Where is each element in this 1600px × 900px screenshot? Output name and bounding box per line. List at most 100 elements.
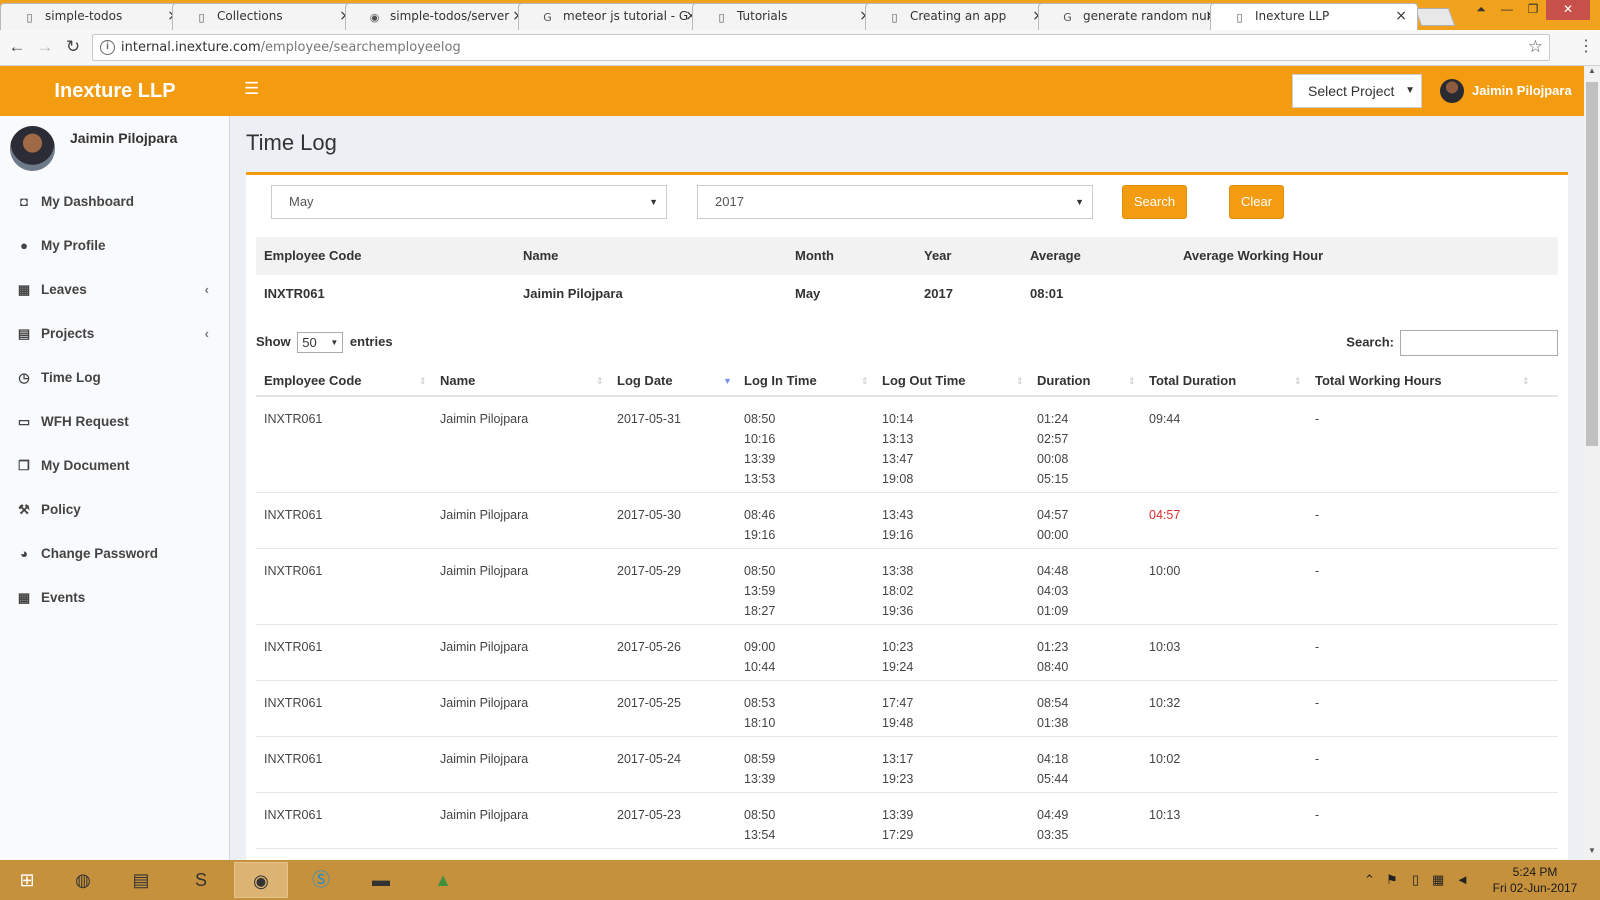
browser-tab[interactable]: ▯ Inexture LLP × — [1210, 3, 1418, 30]
restore-button[interactable]: ❐ — [1520, 0, 1546, 20]
table-search-label: Search: — [1346, 334, 1394, 350]
sidebar-item[interactable]: ❐ My Document — [0, 444, 229, 488]
sidebar-item[interactable]: ▦ Leaves ‹ — [0, 268, 229, 312]
clear-button[interactable]: Clear — [1229, 185, 1284, 219]
table-search: Search: — [1346, 330, 1558, 356]
column-header[interactable]: Log In Time — [744, 365, 817, 397]
close-icon[interactable]: × — [1395, 4, 1407, 29]
info-icon[interactable]: i — [100, 40, 115, 55]
back-arrow-icon[interactable]: ← — [6, 36, 28, 58]
project-select[interactable]: Select Project ▼ — [1292, 74, 1422, 108]
browser-tab[interactable]: ▯Collections× — [172, 3, 362, 30]
tray-expand-icon[interactable]: ⌃ — [1364, 860, 1375, 900]
sidebar-item[interactable]: ◷ Time Log — [0, 356, 229, 400]
volume-icon[interactable]: ◄ — [1456, 860, 1469, 900]
table-cell-duration: 01:24 02:57 00:08 05:15 — [1037, 412, 1069, 486]
table-cell-date: 2017-05-25 — [617, 696, 681, 710]
sidebar-item[interactable]: ▦ Events — [0, 576, 229, 620]
table-cell-in: 08:53 18:10 — [744, 696, 776, 730]
column-header[interactable]: Log Date — [617, 365, 673, 397]
taskbar-clock[interactable]: 5:24 PM Fri 02-Jun-2017 — [1480, 864, 1590, 896]
sort-icon[interactable]: ⇕ — [1128, 365, 1136, 397]
sidebar-item[interactable]: ◘ My Dashboard — [0, 180, 229, 224]
minimize-button[interactable]: — — [1494, 0, 1520, 20]
sidebar-item[interactable]: ▤ Projects ‹ — [0, 312, 229, 356]
browser-tab[interactable]: ▯Tutorials× — [692, 3, 882, 30]
column-header[interactable]: Name — [440, 365, 475, 397]
table-cell-name: Jaimin Pilojpara — [440, 640, 529, 654]
skype-icon[interactable]: Ⓢ — [294, 862, 348, 898]
chrome-menu-icon[interactable]: ⋮ — [1578, 36, 1594, 56]
tab-title: generate random nur — [1083, 9, 1212, 23]
scroll-up-arrow-icon[interactable]: ▲ — [1584, 66, 1600, 80]
new-tab-button[interactable] — [1414, 8, 1456, 26]
sidebar-item[interactable]: ⚒ Policy — [0, 488, 229, 532]
bookmark-star-icon[interactable]: ☆ — [1528, 37, 1543, 57]
sort-icon[interactable]: ⇕ — [861, 365, 869, 397]
column-header[interactable]: Total Duration — [1149, 365, 1236, 397]
header-avatar[interactable] — [1440, 79, 1464, 103]
search-button[interactable]: Search — [1122, 185, 1187, 219]
entries-length-select[interactable]: 50 ▼ — [297, 332, 344, 354]
sort-desc-icon[interactable]: ▼ — [723, 365, 732, 397]
column-header[interactable]: Log Out Time — [882, 365, 966, 397]
sublime-text-icon[interactable]: S — [174, 862, 228, 898]
column-header[interactable]: Employee Code — [264, 365, 362, 397]
table-cell-working: - — [1315, 808, 1320, 822]
browser-tab[interactable]: Ggenerate random nur× — [1038, 3, 1228, 30]
file-explorer-icon[interactable]: ▤ — [114, 862, 168, 898]
profile-icon[interactable]: ⏶ — [1468, 0, 1494, 20]
globe-app-icon[interactable]: ◍ — [56, 862, 110, 898]
battery-icon[interactable]: ▯ — [1412, 860, 1419, 900]
action-center-icon[interactable]: ⚑ — [1386, 860, 1398, 900]
url-input[interactable]: i internal.inexture.com/employee/searche… — [92, 34, 1550, 61]
sort-icon[interactable]: ⇕ — [1016, 365, 1024, 397]
table-body: INXTR061 Jaimin Pilojpara 2017-05-31 08:50 … — [256, 397, 1558, 849]
table-cell-date: 2017-05-30 — [617, 508, 681, 522]
page-scrollbar[interactable]: ▲ ▼ — [1584, 66, 1600, 860]
table-cell-out: 10:14 13:13 13:47 19:08 — [882, 412, 914, 486]
sort-icon[interactable]: ⇕ — [596, 365, 604, 397]
table-cell-name: Jaimin Pilojpara — [440, 412, 529, 426]
reload-icon[interactable]: ↻ — [62, 36, 84, 58]
forward-arrow-icon[interactable]: → — [34, 36, 56, 58]
table-cell-total: 04:57 — [1149, 508, 1181, 522]
year-select[interactable]: 2017 ▼ — [697, 185, 1093, 219]
network-icon[interactable]: ▦ — [1432, 860, 1444, 900]
table-search-input[interactable] — [1400, 330, 1558, 356]
sort-icon[interactable]: ⇕ — [1294, 365, 1302, 397]
sidebar-item[interactable]: ◕ Change Password — [0, 532, 229, 576]
browser-tab[interactable]: ▯simple-todos× — [0, 3, 190, 30]
scroll-down-arrow-icon[interactable]: ▼ — [1584, 846, 1600, 860]
browser-tab[interactable]: ◉simple-todos/server× — [345, 3, 535, 30]
close-window-button[interactable]: ✕ — [1546, 0, 1590, 20]
month-select[interactable]: May ▼ — [271, 185, 667, 219]
chrome-taskbar-icon[interactable]: ◉ — [234, 862, 288, 898]
column-header[interactable]: Duration — [1037, 365, 1090, 397]
table-cell-total: 10:13 — [1149, 808, 1181, 822]
table-cell-code: INXTR061 — [264, 508, 323, 522]
table-cell-code: INXTR061 — [264, 412, 323, 426]
summary-value-row: INXTR061 Jaimin Pilojpara May 2017 08:01 — [256, 275, 1558, 313]
sidebar-item[interactable]: ▭ WFH Request — [0, 400, 229, 444]
table-cell-name: Jaimin Pilojpara — [440, 696, 529, 710]
command-prompt-icon[interactable]: ▬ — [354, 862, 408, 898]
column-header[interactable]: Total Working Hours — [1315, 365, 1442, 397]
table-cell-duration: 08:54 01:38 — [1037, 696, 1069, 730]
sidebar-item[interactable]: ● My Profile — [0, 224, 229, 268]
table-cell-total: 10:32 — [1149, 696, 1181, 710]
sort-icon[interactable]: ⇕ — [1522, 365, 1530, 397]
browser-tab[interactable]: ▯Creating an app× — [865, 3, 1055, 30]
sidebar-item-label: Time Log — [41, 370, 101, 385]
google-icon: G — [543, 11, 552, 24]
header-user-name[interactable]: Jaimin Pilojpara — [1472, 66, 1572, 116]
robomongo-icon[interactable]: ▲ — [416, 862, 470, 898]
hamburger-menu-icon[interactable]: ☰ — [244, 79, 259, 99]
brand-logo[interactable]: Inexture LLP — [0, 66, 230, 116]
table-cell-code: INXTR061 — [264, 640, 323, 654]
sort-icon[interactable]: ⇕ — [419, 365, 427, 397]
laptop-icon: ▭ — [17, 414, 31, 429]
browser-tab[interactable]: Gmeteor js tutorial - G× — [518, 3, 708, 30]
windows-start-icon[interactable]: ⊞ — [0, 862, 54, 898]
scrollbar-thumb[interactable] — [1586, 82, 1598, 446]
